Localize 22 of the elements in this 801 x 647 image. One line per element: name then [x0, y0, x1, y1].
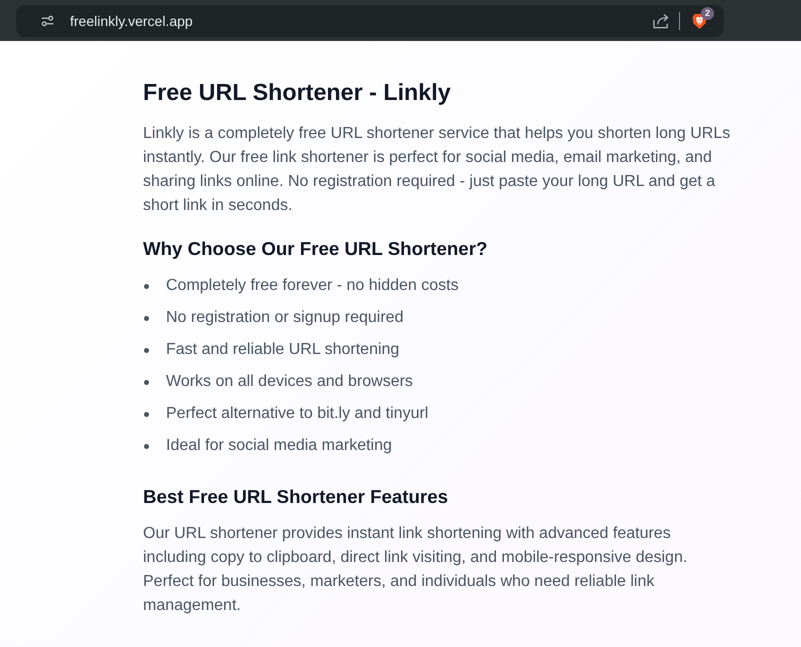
count-badge: 2	[701, 7, 714, 20]
address-bar[interactable]: freelinkly.vercel.app 2	[16, 5, 724, 37]
url-text[interactable]: freelinkly.vercel.app	[70, 13, 193, 29]
bullet-icon	[144, 348, 149, 352]
bullet-icon	[144, 444, 149, 448]
section-heading: Why Choose Our Free URL Shortener?	[143, 237, 488, 261]
list-item: Completely free forever - no hidden costs	[166, 276, 459, 296]
section-heading: Best Free URL Shortener Features	[143, 485, 449, 509]
share-icon[interactable]	[653, 13, 670, 29]
bullet-icon	[144, 380, 149, 384]
list-item: No registration or signup required	[166, 308, 404, 328]
list-item: Fast and reliable URL shortening	[166, 340, 400, 360]
bullet-icon	[144, 316, 149, 320]
intro-paragraph: Linkly is a completely free URL shortener service that helps you shorten long URLs instantly. Our free link shortener is perfect for social media, email marketing, and sharing links online. No registration required - just paste your long URL and get a short link in seconds.	[143, 124, 732, 216]
page-title: Free URL Shortener - Linkly	[143, 78, 452, 107]
bullet-icon	[144, 284, 149, 288]
features-paragraph: Our URL shortener provides instant link shortening with advanced features including copy to clipboard, direct link visiting, and mobile-responsive design. Perfect for businesses, marketers, and individuals who need reliable link management.	[143, 524, 688, 616]
list-item: Ideal for social media marketing	[166, 436, 392, 456]
sliders-icon[interactable]	[41, 15, 54, 27]
list-item: Perfect alternative to bit.ly and tinyurl	[166, 404, 428, 424]
bullet-icon	[144, 412, 149, 416]
list-item: Works on all devices and browsers	[166, 372, 413, 392]
